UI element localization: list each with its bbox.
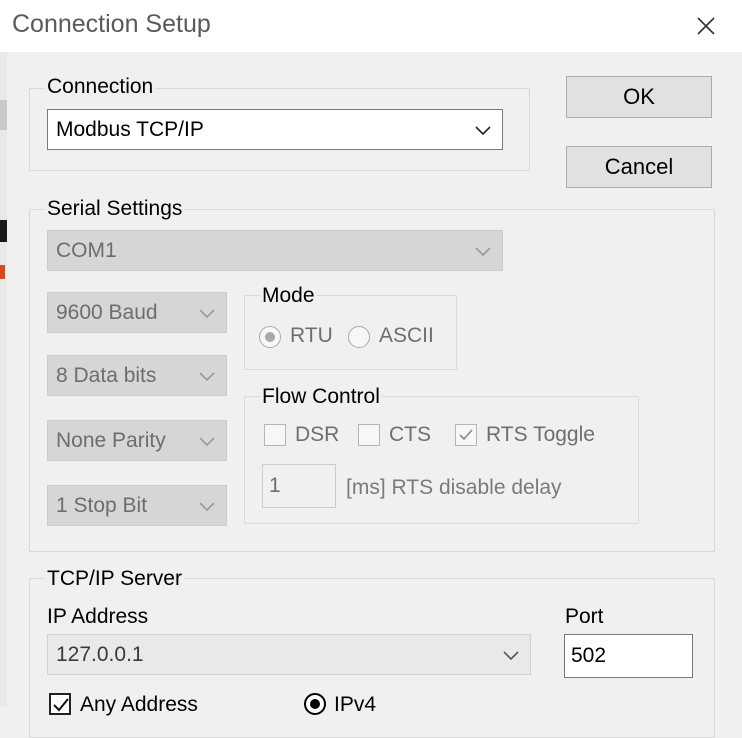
background-edge-mark: [0, 265, 5, 279]
mode-group-label: Mode: [260, 284, 317, 308]
rts-delay-label: [ms] RTS disable delay: [346, 476, 562, 499]
rts-toggle-label: RTS Toggle: [486, 423, 595, 446]
close-icon[interactable]: [690, 10, 722, 42]
serial-settings-group-label: Serial Settings: [45, 197, 185, 221]
cts-label: CTS: [389, 423, 431, 446]
ipv4-label: IPv4: [334, 693, 377, 716]
chevron-down-icon: [502, 649, 520, 661]
chevron-down-icon: [198, 307, 216, 319]
ascii-radio[interactable]: [348, 326, 370, 348]
com-port-select[interactable]: COM1: [47, 230, 503, 271]
baud-rate-value: 9600 Baud: [56, 300, 158, 324]
data-bits-select[interactable]: 8 Data bits: [47, 355, 227, 396]
dsr-checkbox[interactable]: [264, 424, 286, 446]
any-address-label: Any Address: [80, 693, 198, 716]
parity-value: None Parity: [56, 428, 166, 452]
rts-delay-input[interactable]: 1: [262, 464, 336, 508]
checkmark-icon: [459, 429, 473, 441]
chevron-down-icon: [474, 124, 492, 136]
baud-rate-select[interactable]: 9600 Baud: [47, 292, 227, 333]
com-port-value: COM1: [56, 238, 117, 262]
checkmark-icon: [53, 698, 69, 712]
ip-address-value: 127.0.0.1: [56, 642, 144, 666]
chevron-down-icon: [198, 435, 216, 447]
ip-address-select[interactable]: 127.0.0.1: [47, 634, 531, 675]
dsr-label: DSR: [295, 423, 340, 446]
background-edge-mark: [0, 220, 7, 242]
data-bits-value: 8 Data bits: [56, 363, 157, 387]
any-address-checkbox[interactable]: [49, 693, 71, 715]
rts-toggle-checkbox[interactable]: [455, 424, 477, 446]
connection-group-label: Connection: [45, 75, 156, 99]
window-title: Connection Setup: [12, 10, 211, 38]
connection-type-select[interactable]: Modbus TCP/IP: [47, 109, 503, 150]
tcpip-server-group-label: TCP/IP Server: [45, 567, 184, 591]
cancel-button[interactable]: Cancel: [566, 146, 712, 188]
cts-checkbox[interactable]: [358, 424, 380, 446]
ok-button[interactable]: OK: [566, 76, 712, 118]
chevron-down-icon: [474, 245, 492, 257]
background-window-edge: [0, 52, 7, 707]
stop-bits-value: 1 Stop Bit: [56, 493, 148, 517]
parity-select[interactable]: None Parity: [47, 420, 227, 461]
rtu-radio[interactable]: [259, 326, 281, 348]
stop-bits-select[interactable]: 1 Stop Bit: [47, 485, 227, 526]
chevron-down-icon: [198, 500, 216, 512]
connection-type-value: Modbus TCP/IP: [56, 117, 204, 141]
flow-control-group-label: Flow Control: [260, 385, 382, 409]
rtu-label: RTU: [290, 324, 333, 347]
ip-address-label: IP Address: [47, 605, 149, 628]
background-edge-mark: [0, 100, 7, 130]
chevron-down-icon: [198, 370, 216, 382]
port-label: Port: [565, 605, 604, 628]
ipv4-radio[interactable]: [304, 693, 326, 715]
port-input[interactable]: 502: [564, 634, 693, 678]
ascii-label: ASCII: [379, 324, 434, 347]
